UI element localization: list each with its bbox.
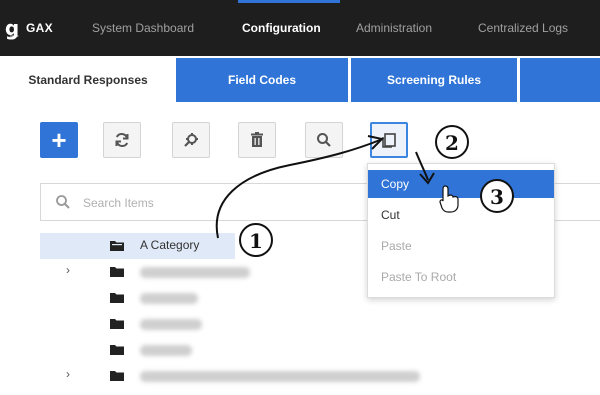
folder-icon <box>110 371 124 381</box>
callout-number-1: 1 <box>249 229 263 253</box>
tree-row[interactable] <box>40 311 600 337</box>
context-menu: Copy Cut Paste Paste To Root <box>367 163 555 298</box>
trash-icon <box>251 132 263 147</box>
tree-item-label: A Category <box>140 238 200 252</box>
logo-text: GAX <box>26 21 53 35</box>
plus-icon: + <box>51 124 67 155</box>
copy-button[interactable] <box>370 122 408 158</box>
logo-icon: ǥ <box>4 16 20 40</box>
search-icon <box>56 195 70 209</box>
delete-button[interactable] <box>238 122 276 158</box>
nav-centralized-logs[interactable]: Centralized Logs <box>478 18 568 38</box>
refresh-button[interactable] <box>103 122 141 158</box>
tab-screening-rules[interactable]: Screening Rules <box>351 58 517 102</box>
copy-icon <box>382 133 396 148</box>
settings-icon <box>184 133 198 147</box>
folder-icon <box>110 267 124 277</box>
folder-icon <box>110 345 124 355</box>
add-button[interactable]: + <box>40 122 78 158</box>
active-nav-indicator <box>238 0 340 3</box>
tab-field-codes[interactable]: Field Codes <box>176 58 348 102</box>
blurred-item-label <box>140 371 420 382</box>
callout-circle-2 <box>435 125 469 159</box>
search-input[interactable] <box>81 192 385 214</box>
blurred-item-label <box>140 319 202 330</box>
menu-item-cut[interactable]: Cut <box>368 201 554 229</box>
blurred-item-label <box>140 293 198 304</box>
refresh-icon <box>115 133 129 147</box>
callout-circle-1 <box>239 223 273 257</box>
nav-system-dashboard[interactable]: System Dashboard <box>92 18 194 38</box>
folder-icon <box>110 319 124 329</box>
blurred-item-label <box>140 345 192 356</box>
expand-chevron-icon[interactable]: › <box>66 367 70 381</box>
tab-separator <box>517 58 520 102</box>
menu-item-copy[interactable]: Copy <box>368 170 554 198</box>
tree-row[interactable] <box>40 337 600 363</box>
app-logo[interactable]: ǥ GAX <box>4 15 53 41</box>
top-navigation-bar: ǥ GAX System Dashboard Configuration Adm… <box>0 0 600 56</box>
blurred-item-label <box>140 267 250 278</box>
tree-row[interactable]: › <box>40 363 600 389</box>
tab-standard-responses[interactable]: Standard Responses <box>0 58 176 102</box>
tree-item-selected[interactable]: A Category <box>40 233 235 259</box>
folder-icon <box>110 241 124 251</box>
menu-item-paste[interactable]: Paste <box>368 232 554 260</box>
expand-chevron-icon[interactable]: › <box>66 263 70 277</box>
callout-number-2: 2 <box>445 131 459 155</box>
tab-bar: Standard Responses Field Codes Screening… <box>0 58 600 102</box>
nav-administration[interactable]: Administration <box>356 18 432 38</box>
search-button[interactable] <box>305 122 343 158</box>
folder-icon <box>110 293 124 303</box>
settings-button[interactable] <box>172 122 210 158</box>
search-icon <box>317 133 331 147</box>
menu-item-paste-to-root[interactable]: Paste To Root <box>368 263 554 291</box>
nav-configuration[interactable]: Configuration <box>242 18 321 38</box>
